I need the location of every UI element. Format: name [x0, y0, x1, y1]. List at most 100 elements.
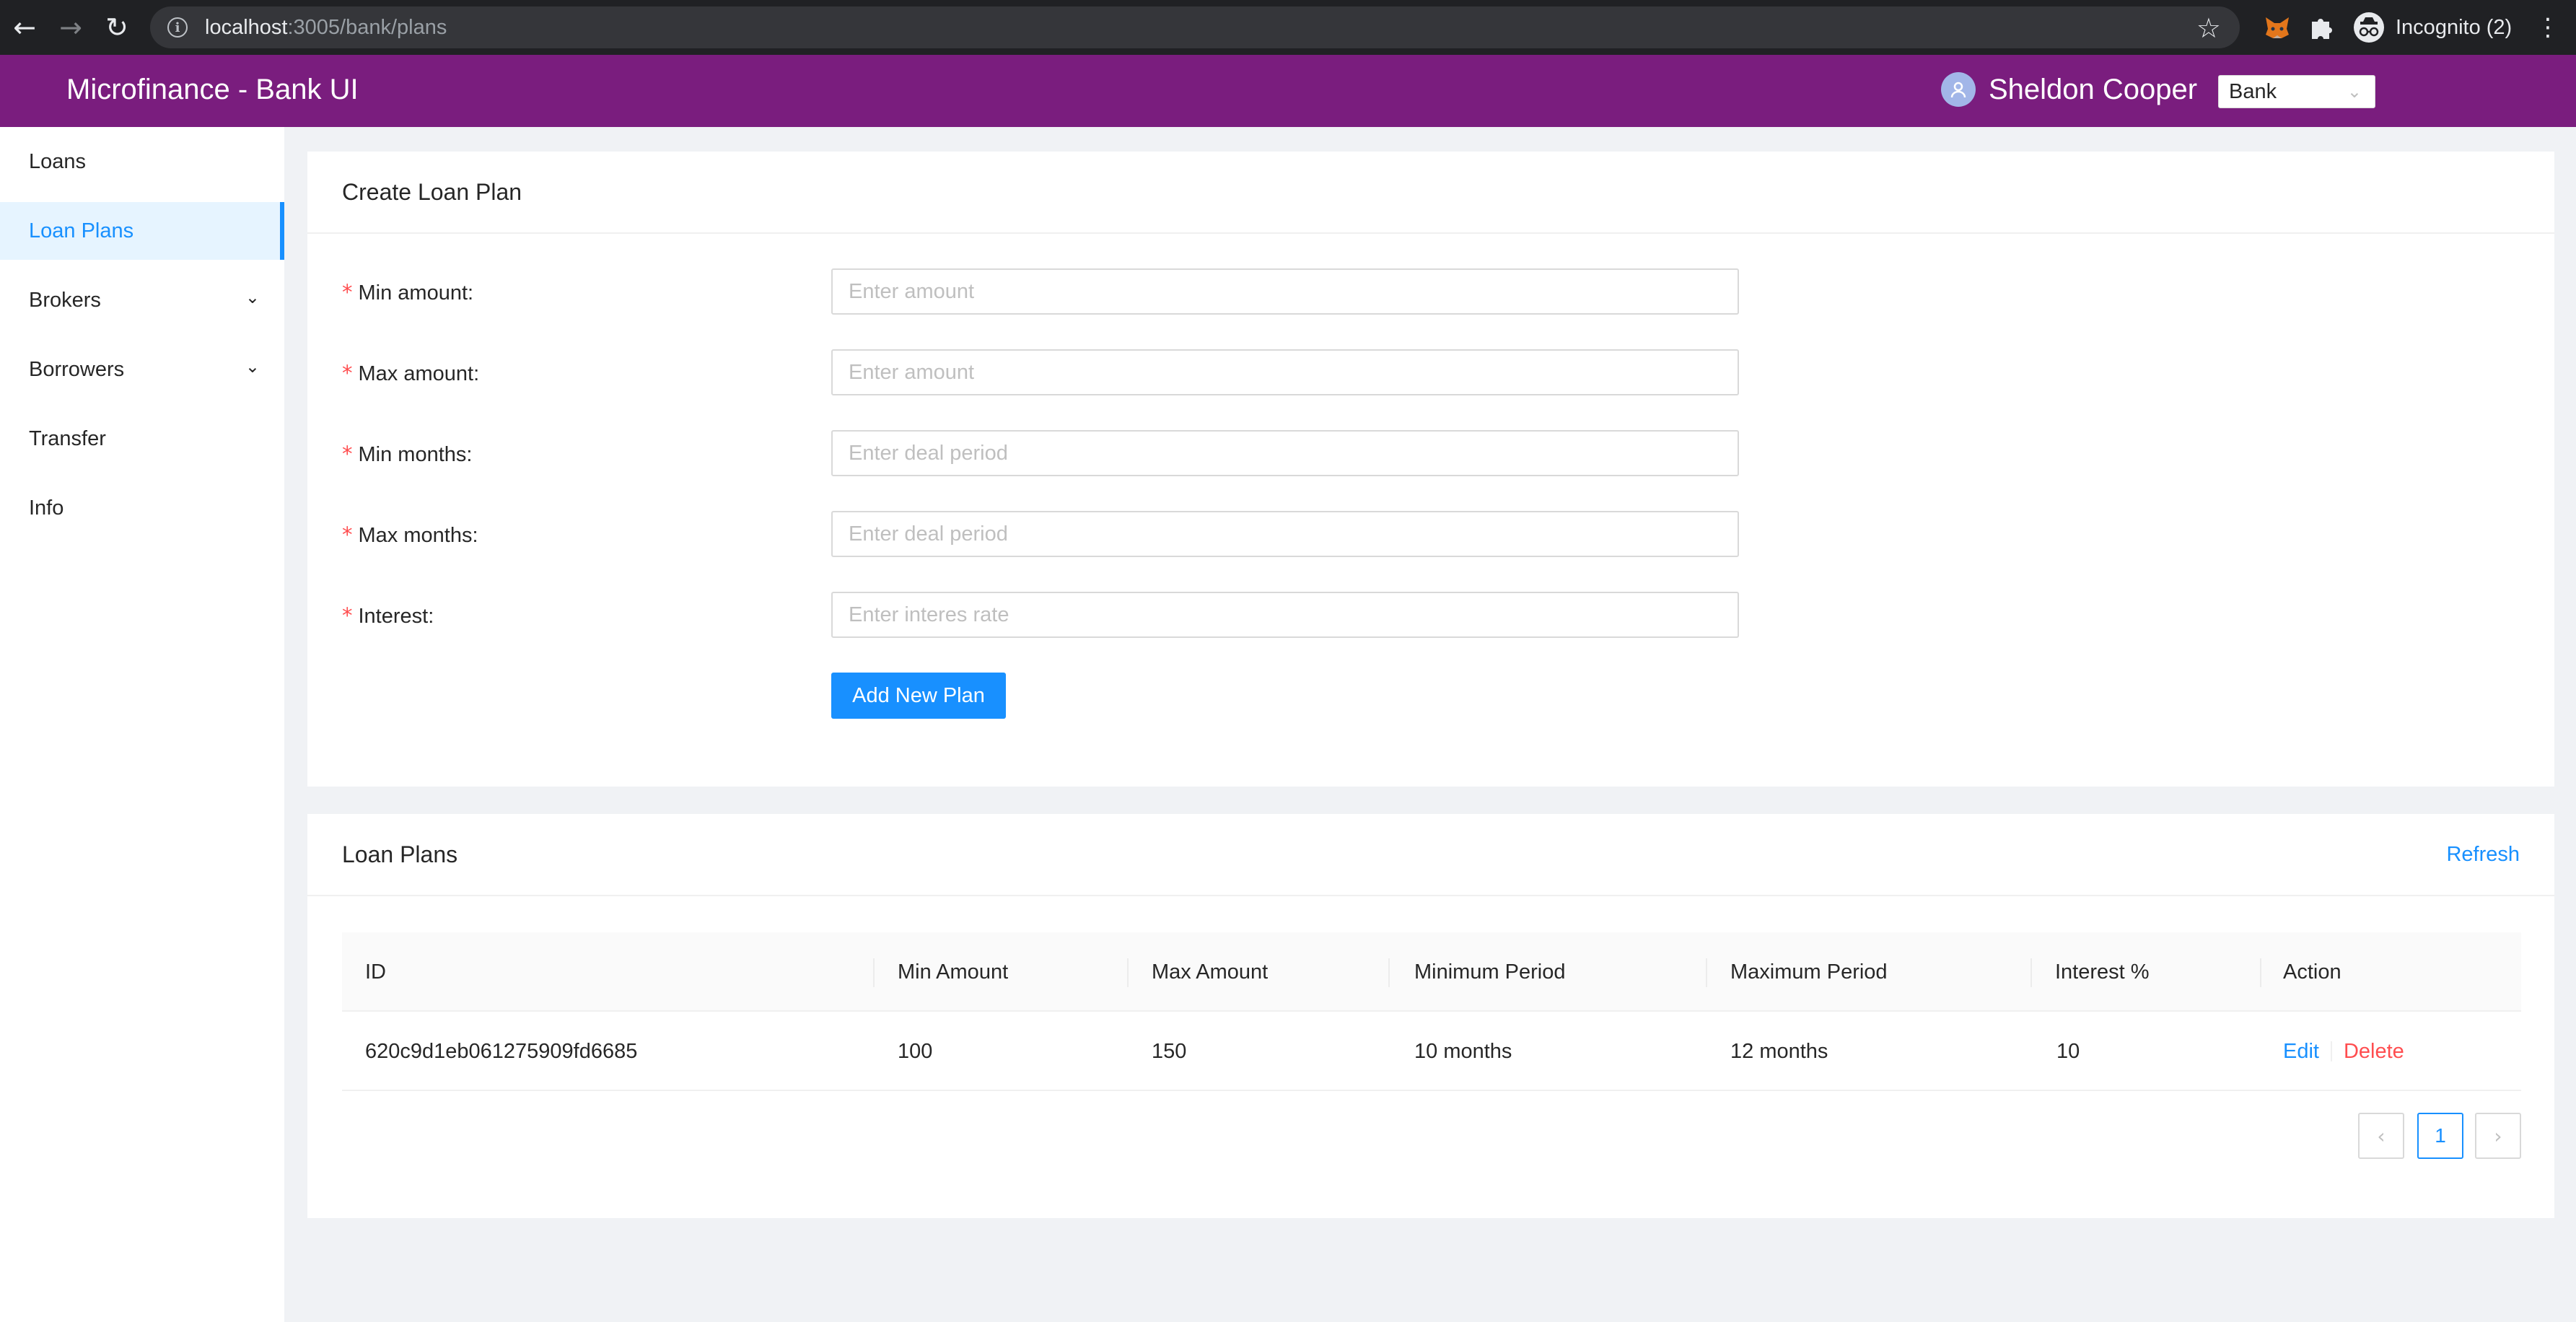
required-marker: *: [342, 522, 353, 547]
column-divider: [2260, 958, 2261, 987]
app-header: Microfinance - Bank UI Sheldon Cooper Ba…: [0, 55, 2576, 127]
cell-interest: 10: [2056, 1039, 2080, 1063]
profile-label: Incognito (2): [2396, 15, 2513, 39]
card-title: Create Loan Plan: [342, 179, 522, 205]
browser-toolbar: ← → ↻ i localhost:3005/bank/plans ☆ Inco…: [0, 0, 2576, 55]
cell-max-period: 12 months: [1730, 1039, 1828, 1063]
column-divider: [1388, 958, 1390, 987]
bookmark-star-icon[interactable]: ☆: [2196, 12, 2221, 44]
cell-id: 620c9d1eb061275909fd6685: [365, 1039, 638, 1063]
min-amount-input[interactable]: [831, 268, 1739, 315]
address-bar[interactable]: i localhost:3005/bank/plans ☆: [150, 6, 2240, 48]
cell-min-amount: 100: [898, 1039, 933, 1063]
sidebar-item-loan-plans[interactable]: Loan Plans: [0, 202, 284, 260]
forward-arrow-icon[interactable]: →: [48, 0, 94, 55]
edit-link[interactable]: Edit: [2283, 1040, 2319, 1064]
sidebar-item-label: Borrowers: [29, 357, 125, 381]
sidebar-item-label: Info: [29, 496, 64, 520]
required-marker: *: [342, 361, 353, 385]
column-header-id: ID: [365, 960, 386, 984]
field-label-text: Max months: [358, 524, 473, 547]
chevron-down-icon: ⌄: [245, 287, 260, 307]
table-header: ID Min Amount Max Amount Minimum Period …: [342, 932, 2521, 1012]
column-header-maximum-period: Maximum Period: [1730, 960, 1888, 984]
url-host: localhost: [205, 15, 288, 39]
label-suffix: :: [468, 281, 474, 305]
incognito-icon: [2354, 12, 2384, 43]
card-header: Loan Plans Refresh: [307, 814, 2554, 896]
field-label-text: Max amount: [358, 362, 474, 385]
interest-input[interactable]: [831, 592, 1739, 638]
column-header-interest: Interest %: [2055, 960, 2150, 984]
required-marker: *: [342, 280, 353, 305]
sidebar-item-label: Loans: [29, 149, 87, 173]
sidebar-item-loans[interactable]: Loans: [0, 133, 284, 191]
sidebar: Loans Loan Plans Brokers ⌄ Borrowers ⌄ T…: [0, 127, 284, 1322]
site-info-icon[interactable]: i: [167, 17, 188, 38]
form-row-interest: * Interest:: [307, 592, 1739, 639]
field-label: * Min amount:: [342, 280, 473, 305]
chevron-down-icon: ⌄: [2347, 82, 2362, 102]
card-title: Loan Plans: [342, 841, 458, 867]
delete-link[interactable]: Delete: [2344, 1040, 2404, 1064]
form-row-max-amount: * Max amount:: [307, 349, 1739, 397]
column-header-min-amount: Min Amount: [898, 960, 1009, 984]
browser-menu-icon[interactable]: ⋮: [2536, 13, 2560, 42]
add-new-plan-button[interactable]: Add New Plan: [831, 673, 1006, 719]
sidebar-item-info[interactable]: Info: [0, 479, 284, 537]
column-divider: [2030, 958, 2032, 987]
max-amount-input[interactable]: [831, 349, 1739, 395]
user-avatar-icon[interactable]: [1941, 72, 1976, 107]
column-divider: [1706, 958, 1707, 987]
chevron-down-icon: ⌄: [245, 356, 260, 377]
field-label-text: Min months: [358, 443, 467, 466]
label-suffix: :: [472, 524, 478, 547]
cell-max-amount: 150: [1152, 1039, 1187, 1063]
field-label-text: Interest: [358, 605, 429, 628]
column-header-max-amount: Max Amount: [1152, 960, 1269, 984]
column-header-action: Action: [2283, 960, 2341, 984]
field-label-text: Min amount: [358, 281, 468, 305]
reload-icon[interactable]: ↻: [94, 0, 140, 55]
column-divider: [873, 958, 875, 987]
app-title: Microfinance - Bank UI: [66, 74, 359, 105]
role-select-value: Bank: [2229, 79, 2277, 103]
sidebar-item-brokers[interactable]: Brokers ⌄: [0, 271, 284, 329]
incognito-profile-button[interactable]: Incognito (2): [2347, 6, 2528, 48]
required-marker: *: [342, 603, 353, 628]
sidebar-item-label: Transfer: [29, 426, 106, 450]
form-row-min-months: * Min months:: [307, 430, 1739, 478]
user-name: Sheldon Cooper: [1989, 74, 2198, 105]
sidebar-item-transfer[interactable]: Transfer: [0, 410, 284, 468]
pagination-page-1[interactable]: 1: [2417, 1113, 2463, 1159]
sidebar-item-borrowers[interactable]: Borrowers ⌄: [0, 341, 284, 398]
form-row-min-amount: * Min amount:: [307, 268, 1739, 316]
max-months-input[interactable]: [831, 511, 1739, 557]
url-path: :3005/bank/plans: [287, 15, 447, 39]
min-months-input[interactable]: [831, 430, 1739, 476]
extensions-puzzle-icon[interactable]: [2306, 13, 2335, 42]
loan-plans-card: Loan Plans Refresh ID Min Amount Max Amo…: [307, 814, 2554, 1218]
required-marker: *: [342, 442, 353, 466]
label-suffix: :: [428, 605, 434, 628]
field-label: * Interest:: [342, 603, 434, 629]
field-label: * Max amount:: [342, 361, 479, 386]
label-suffix: :: [473, 362, 480, 385]
pagination-prev-icon[interactable]: ‹: [2358, 1113, 2404, 1159]
back-arrow-icon[interactable]: ←: [1, 0, 48, 55]
column-header-minimum-period: Minimum Period: [1414, 960, 1566, 984]
cell-min-period: 10 months: [1414, 1039, 1512, 1063]
role-select[interactable]: Bank ⌄: [2218, 75, 2375, 108]
sidebar-item-label: Loan Plans: [29, 219, 134, 242]
card-header: Create Loan Plan: [307, 152, 2554, 234]
field-label: * Max months:: [342, 522, 478, 548]
refresh-link[interactable]: Refresh: [2446, 843, 2520, 867]
sidebar-item-label: Brokers: [29, 288, 101, 312]
label-suffix: :: [466, 443, 473, 466]
form-row-max-months: * Max months:: [307, 511, 1739, 559]
pagination-next-icon[interactable]: ›: [2475, 1113, 2521, 1159]
user-icon: [1950, 82, 1966, 98]
create-loan-plan-card: Create Loan Plan *Min amount: *Max amoun…: [307, 152, 2554, 787]
column-divider: [1127, 958, 1129, 987]
metamask-extension-icon[interactable]: [2263, 13, 2292, 42]
